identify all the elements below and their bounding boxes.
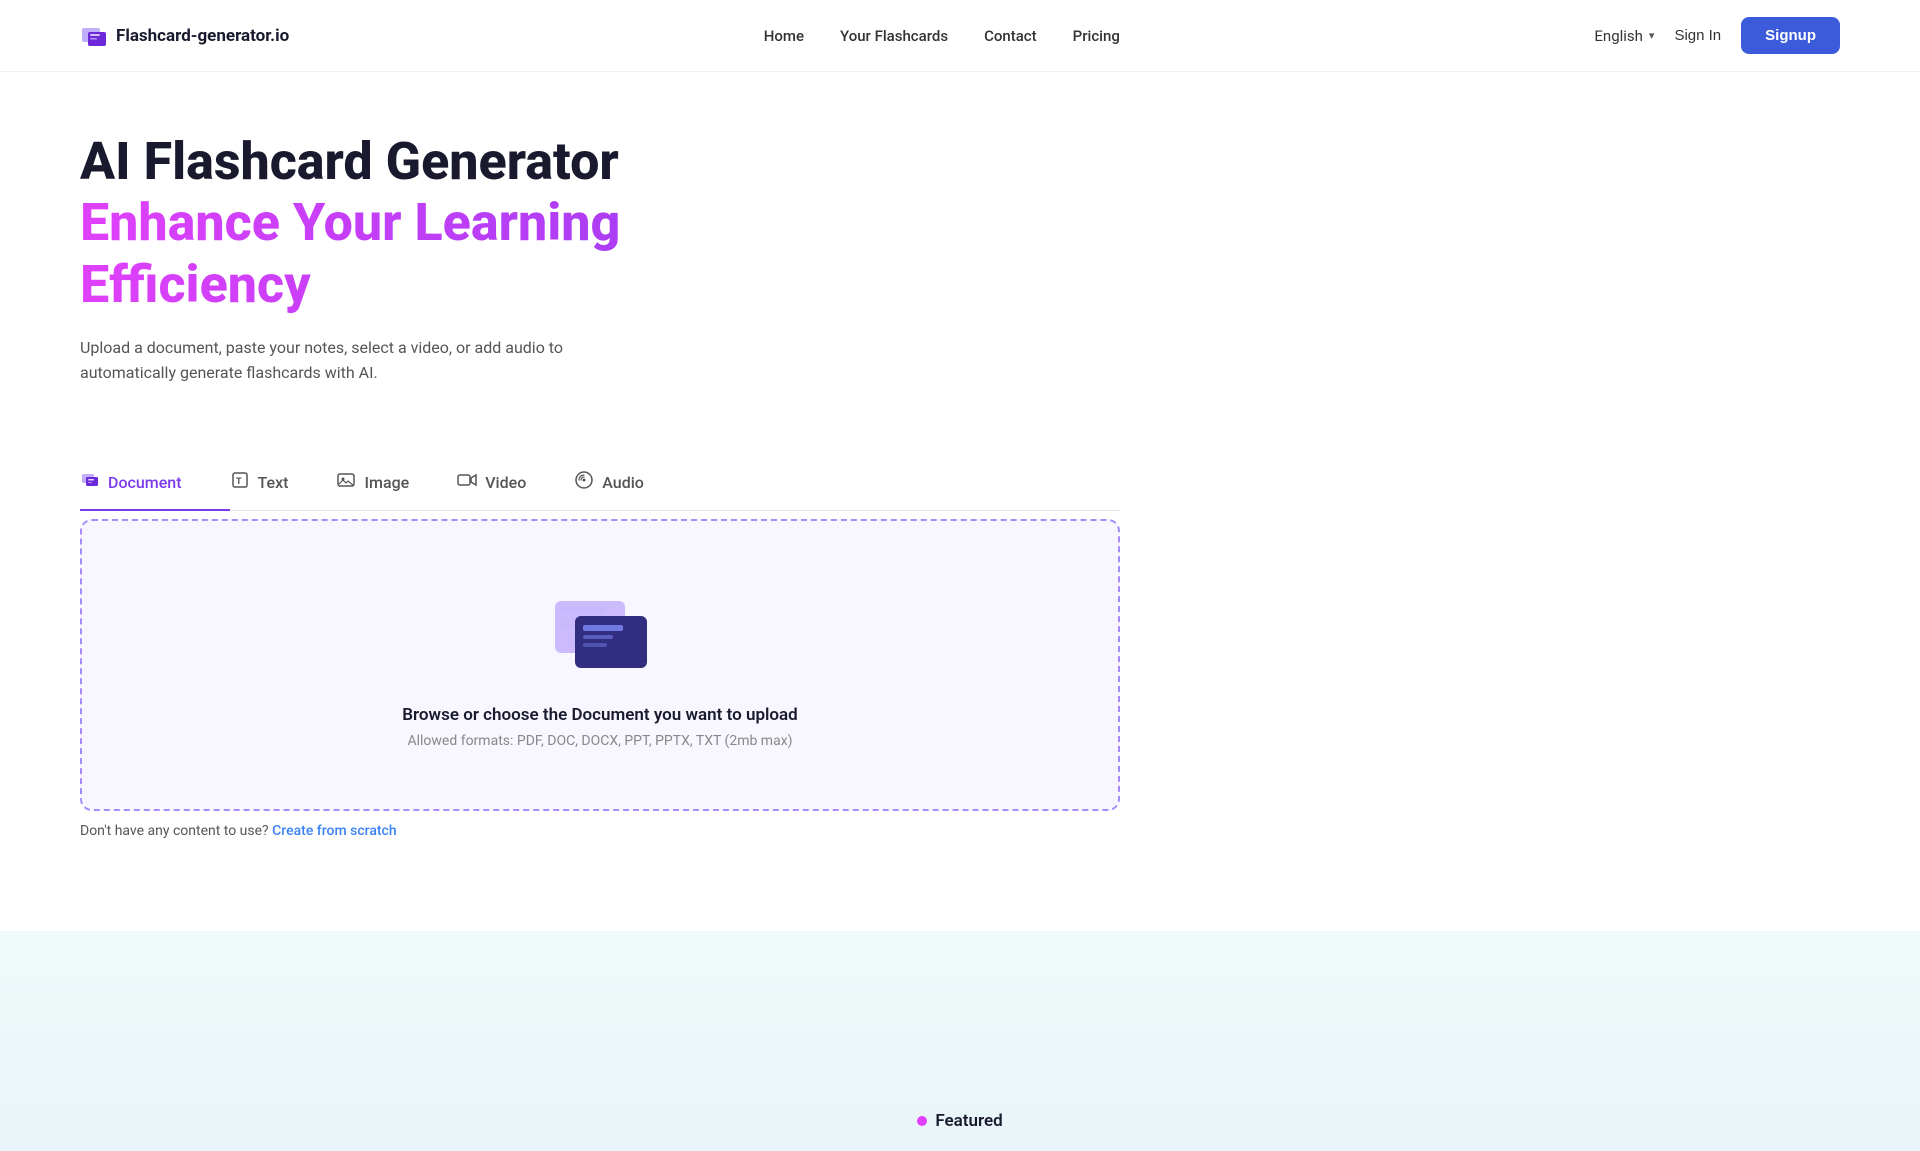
upload-main-text: Browse or choose the Document you want t… bbox=[402, 705, 798, 725]
featured-dot-icon bbox=[917, 1116, 927, 1126]
text-icon: T bbox=[230, 470, 250, 495]
language-label: English bbox=[1594, 27, 1643, 45]
bottom-section: Featured bbox=[0, 931, 1920, 1151]
document-icon bbox=[80, 470, 100, 495]
tab-video-label: Video bbox=[485, 473, 526, 492]
logo-icon bbox=[80, 22, 108, 50]
tab-audio[interactable]: Audio bbox=[574, 458, 692, 511]
tab-document[interactable]: Document bbox=[80, 458, 230, 511]
hero-title-line2: Enhance Your Learning bbox=[80, 192, 620, 253]
image-icon bbox=[336, 470, 356, 495]
nav-flashcards[interactable]: Your Flashcards bbox=[840, 27, 948, 45]
upload-illustration bbox=[530, 581, 670, 685]
featured-text: Featured bbox=[935, 1111, 1002, 1131]
hero-section: AI Flashcard Generator Enhance Your Lear… bbox=[0, 72, 1200, 426]
audio-icon bbox=[574, 470, 594, 495]
featured-label: Featured bbox=[917, 1111, 1002, 1131]
tab-text-label: Text bbox=[258, 473, 289, 492]
hero-title-line3: Efficiency bbox=[80, 254, 311, 315]
navbar: Flashcard-generator.io Home Your Flashca… bbox=[0, 0, 1920, 72]
sign-in-button[interactable]: Sign In bbox=[1674, 27, 1721, 44]
signup-button[interactable]: Signup bbox=[1741, 17, 1840, 54]
create-from-scratch-link[interactable]: Create from scratch bbox=[272, 823, 397, 839]
tab-text[interactable]: T Text bbox=[230, 458, 337, 511]
svg-text:T: T bbox=[236, 477, 242, 487]
tabs-container: Document T Text Image bbox=[0, 458, 1200, 511]
logo-text: Flashcard-generator.io bbox=[116, 26, 289, 46]
tab-audio-label: Audio bbox=[602, 473, 644, 492]
video-icon bbox=[457, 470, 477, 495]
nav-home[interactable]: Home bbox=[764, 27, 804, 45]
logo[interactable]: Flashcard-generator.io bbox=[80, 22, 289, 50]
hero-subtitle: Upload a document, paste your notes, sel… bbox=[80, 335, 600, 386]
upload-dropzone[interactable]: Browse or choose the Document you want t… bbox=[80, 519, 1120, 811]
hero-title-line1: AI Flashcard Generator bbox=[80, 132, 1120, 192]
nav-links: Home Your Flashcards Contact Pricing bbox=[764, 26, 1120, 45]
nav-right: English ▾ Sign In Signup bbox=[1594, 17, 1840, 54]
tabs: Document T Text Image bbox=[80, 458, 1120, 511]
upload-section: Browse or choose the Document you want t… bbox=[0, 519, 1200, 811]
nav-pricing[interactable]: Pricing bbox=[1073, 27, 1120, 45]
scratch-section: Don't have any content to use? Create fr… bbox=[0, 811, 1920, 851]
nav-contact[interactable]: Contact bbox=[984, 27, 1037, 45]
upload-formats-text: Allowed formats: PDF, DOC, DOCX, PPT, PP… bbox=[407, 733, 792, 749]
chevron-down-icon: ▾ bbox=[1649, 29, 1655, 42]
tab-image-label: Image bbox=[364, 473, 409, 492]
tab-image[interactable]: Image bbox=[336, 458, 457, 511]
tab-video[interactable]: Video bbox=[457, 458, 574, 511]
language-selector[interactable]: English ▾ bbox=[1594, 27, 1654, 45]
tab-document-label: Document bbox=[108, 473, 182, 492]
hero-title-gradient: Enhance Your Learning Efficiency bbox=[80, 192, 1120, 317]
scratch-prefix: Don't have any content to use? bbox=[80, 823, 269, 839]
